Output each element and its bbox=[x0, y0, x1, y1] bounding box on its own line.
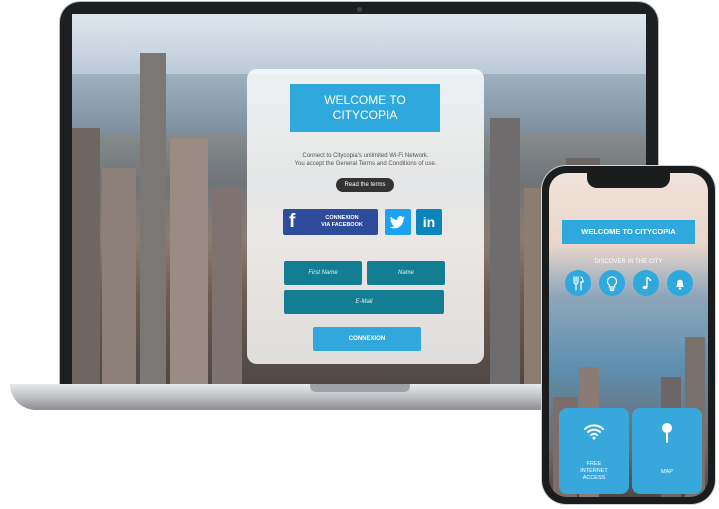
facebook-icon: f bbox=[289, 211, 296, 232]
building bbox=[212, 188, 242, 388]
email-field[interactable]: E-Mail bbox=[284, 290, 444, 314]
phone-notch bbox=[587, 173, 670, 188]
map-pin-icon bbox=[632, 422, 702, 449]
facebook-login-button[interactable]: f CONNEXION VIA FACEBOOK bbox=[283, 209, 378, 235]
intro-text: Connect to Citycopia's unlimited Wi-Fi N… bbox=[257, 152, 474, 168]
free-internet-access-tile[interactable]: FREE INTERNET ACCESS bbox=[559, 408, 629, 494]
building bbox=[72, 128, 100, 388]
welcome-line1: WELCOME TO bbox=[324, 93, 406, 107]
tile-wifi-line3: ACCESS bbox=[582, 475, 606, 481]
music-note-icon[interactable] bbox=[633, 270, 659, 296]
building bbox=[170, 138, 208, 388]
read-terms-button[interactable]: Read the terms bbox=[336, 178, 394, 192]
tile-map-label: MAP bbox=[661, 469, 673, 475]
phone-screen: WELCOME TO CITYCOPIA DISCOVER IN THE CIT… bbox=[549, 173, 708, 497]
tile-wifi-line1: FREE bbox=[586, 461, 602, 467]
linkedin-login-button[interactable]: in bbox=[416, 209, 442, 235]
wifi-icon bbox=[559, 422, 629, 445]
lightbulb-icon[interactable] bbox=[599, 270, 625, 296]
phone-mockup: WELCOME TO CITYCOPIA DISCOVER IN THE CIT… bbox=[542, 166, 715, 504]
linkedin-icon: in bbox=[422, 214, 436, 230]
phone-welcome-banner: WELCOME TO CITYCOPIA bbox=[562, 220, 695, 244]
building bbox=[102, 168, 136, 388]
fork-knife-glyph bbox=[573, 276, 584, 291]
bell-glyph bbox=[676, 279, 684, 290]
welcome-banner: WELCOME TO CITYCOPIA bbox=[290, 84, 440, 132]
facebook-line2: VIA FACEBOOK bbox=[321, 222, 363, 228]
name-field[interactable]: Name bbox=[367, 261, 445, 285]
camera-icon bbox=[357, 7, 362, 12]
skyscraper bbox=[140, 53, 166, 388]
login-card: WELCOME TO CITYCOPIA Connect to Citycopi… bbox=[247, 69, 484, 364]
building bbox=[490, 118, 520, 388]
discover-label: DISCOVER IN THE CITY bbox=[594, 259, 663, 265]
twitter-icon bbox=[389, 216, 405, 229]
first-name-field[interactable]: First Name bbox=[284, 261, 362, 285]
fork-knife-icon[interactable] bbox=[565, 270, 591, 296]
tile-wifi-label: FREE INTERNET ACCESS bbox=[559, 461, 629, 482]
laptop-base bbox=[10, 384, 577, 410]
connexion-button[interactable]: CONNEXION bbox=[313, 327, 421, 351]
bell-icon[interactable] bbox=[667, 270, 693, 296]
intro-line1: Connect to Citycopia's unlimited Wi-Fi N… bbox=[302, 153, 429, 159]
map-tile[interactable]: MAP bbox=[632, 408, 702, 494]
lightbulb-glyph bbox=[606, 276, 618, 292]
welcome-line2: CITYCOPIA bbox=[332, 108, 398, 122]
facebook-line1: CONNEXION bbox=[325, 215, 359, 221]
intro-line2: You accept the General Terms and Conditi… bbox=[294, 161, 437, 167]
twitter-login-button[interactable] bbox=[385, 209, 411, 235]
music-note-glyph bbox=[642, 276, 652, 290]
tile-wifi-line2: INTERNET bbox=[580, 468, 608, 474]
facebook-label: CONNEXION VIA FACEBOOK bbox=[307, 215, 377, 229]
laptop-notch bbox=[310, 384, 410, 392]
